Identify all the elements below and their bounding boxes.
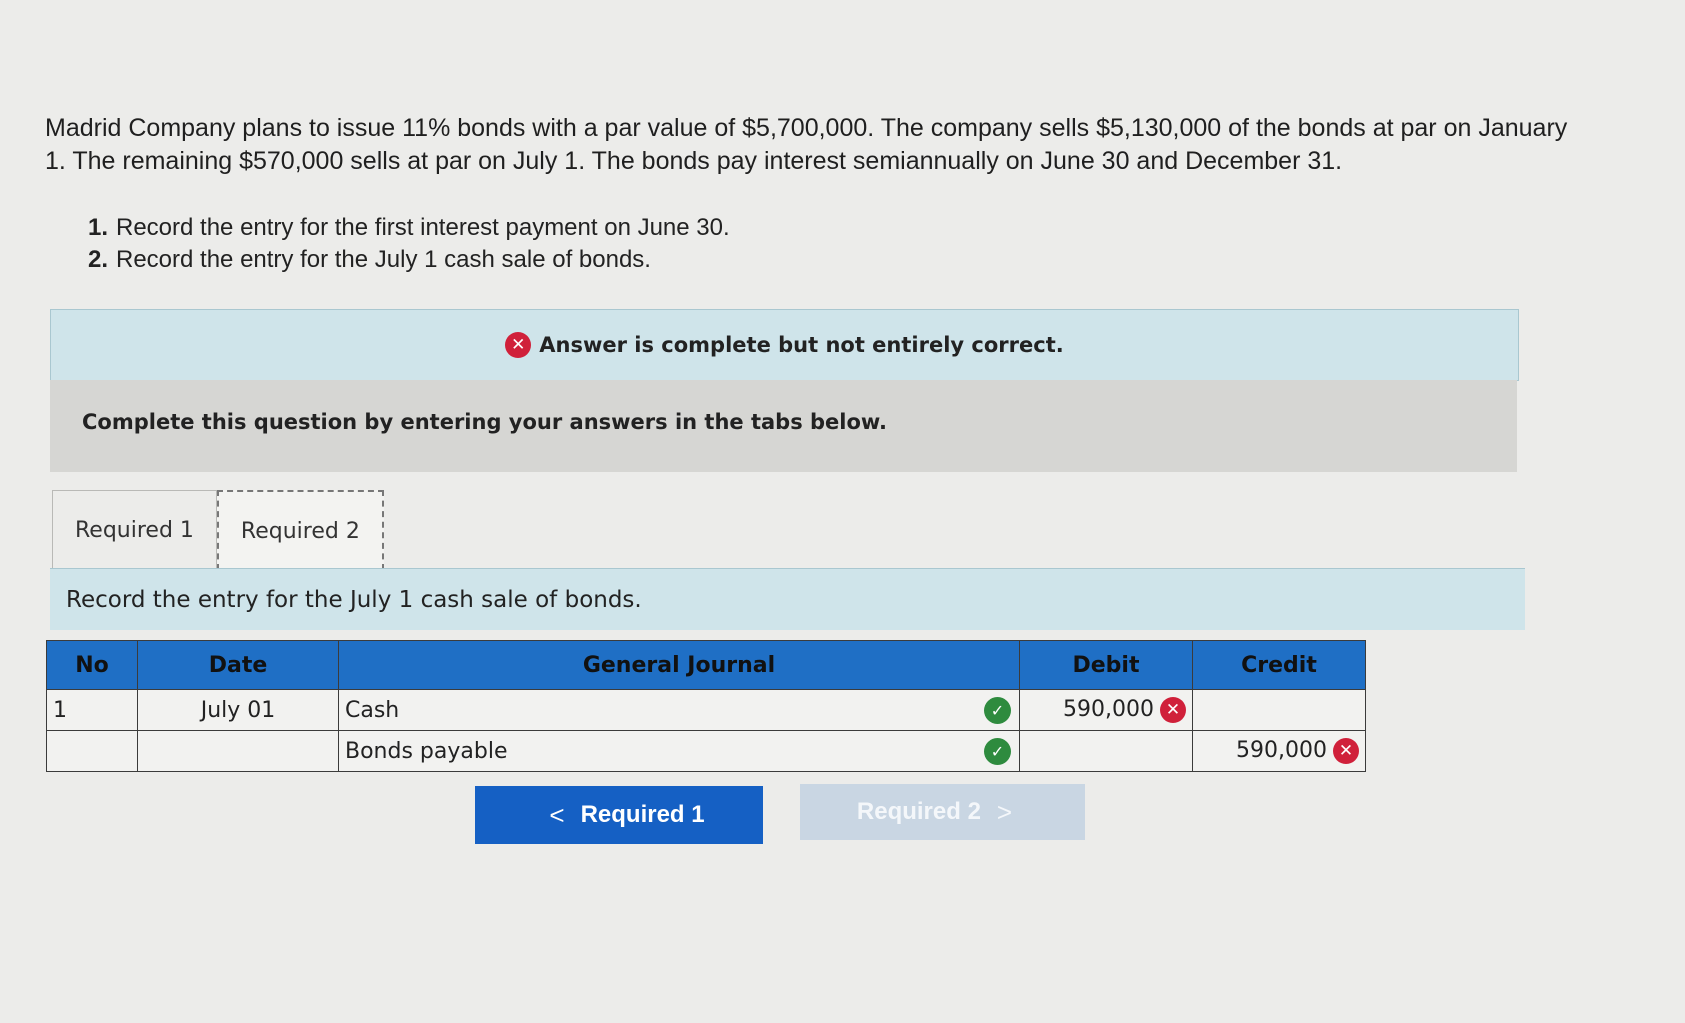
col-header-no: No	[46, 640, 138, 690]
feedback-banner: ✕ Answer is complete but not entirely co…	[50, 309, 1519, 381]
col-header-general-journal: General Journal	[338, 640, 1020, 690]
prompt-text: Record the entry for the July 1 cash sal…	[66, 587, 642, 613]
col-header-debit: Debit	[1019, 640, 1193, 690]
account-name: Cash	[345, 697, 400, 723]
tab-bar: Required 1 Required 2	[52, 490, 384, 570]
account-name: Bonds payable	[345, 738, 508, 764]
prev-button-label: Required 1	[580, 801, 705, 828]
x-circle-icon: ✕	[1333, 738, 1359, 764]
journal-header-row: No Date General Journal Debit Credit	[46, 640, 1366, 690]
col-header-credit: Credit	[1192, 640, 1366, 690]
next-button-label: Required 2	[856, 798, 981, 825]
entry-number	[46, 730, 138, 772]
date-cell[interactable]	[137, 730, 339, 772]
table-row: Bonds payable ✓ 590,000 ✕	[46, 730, 1366, 772]
table-row: 1 July 01 Cash ✓ 590,000 ✕	[46, 689, 1366, 731]
check-icon: ✓	[984, 738, 1011, 765]
step-item: 2. Record the entry for the July 1 cash s…	[88, 244, 730, 276]
check-icon: ✓	[984, 697, 1011, 724]
credit-value: 590,000	[1236, 738, 1327, 763]
next-required-2-button[interactable]: Required 2 >	[800, 784, 1085, 840]
instruction-banner: Complete this question by entering your …	[50, 380, 1517, 472]
col-header-date: Date	[137, 640, 339, 690]
debit-cell[interactable]	[1019, 730, 1193, 772]
step-number: 2.	[88, 246, 109, 273]
x-circle-icon: ✕	[1160, 697, 1186, 723]
entry-number: 1	[46, 689, 138, 731]
tab-required-1[interactable]: Required 1	[52, 490, 217, 570]
chevron-left-icon: <	[549, 799, 565, 830]
date-cell[interactable]: July 01	[137, 689, 339, 731]
feedback-text: Answer is complete but not entirely corr…	[539, 333, 1064, 357]
question-text: Madrid Company plans to issue 11% bonds …	[45, 114, 1568, 175]
credit-cell[interactable]: 590,000 ✕	[1192, 730, 1366, 772]
x-circle-icon: ✕	[505, 332, 532, 358]
chevron-right-icon: >	[996, 796, 1013, 827]
debit-cell[interactable]: 590,000 ✕	[1019, 689, 1193, 731]
step-item: 1. Record the entry for the first interes…	[88, 212, 730, 244]
question-steps: 1. Record the entry for the first interes…	[88, 212, 730, 276]
tab-required-2[interactable]: Required 2	[216, 490, 384, 570]
credit-cell[interactable]	[1192, 689, 1366, 731]
step-number: 1.	[88, 214, 109, 241]
tab-prompt: Record the entry for the July 1 cash sal…	[50, 568, 1525, 630]
general-journal-table: No Date General Journal Debit Credit 1 J…	[46, 640, 1366, 772]
instruction-text: Complete this question by entering your …	[82, 410, 887, 434]
account-cell[interactable]: Bonds payable ✓	[338, 730, 1020, 772]
step-text: Record the entry for the first interest …	[116, 214, 730, 241]
debit-value: 590,000	[1063, 697, 1154, 722]
prev-required-1-button[interactable]: < Required 1	[475, 786, 763, 844]
account-cell[interactable]: Cash ✓	[338, 689, 1020, 731]
step-text: Record the entry for the July 1 cash sal…	[116, 246, 651, 273]
